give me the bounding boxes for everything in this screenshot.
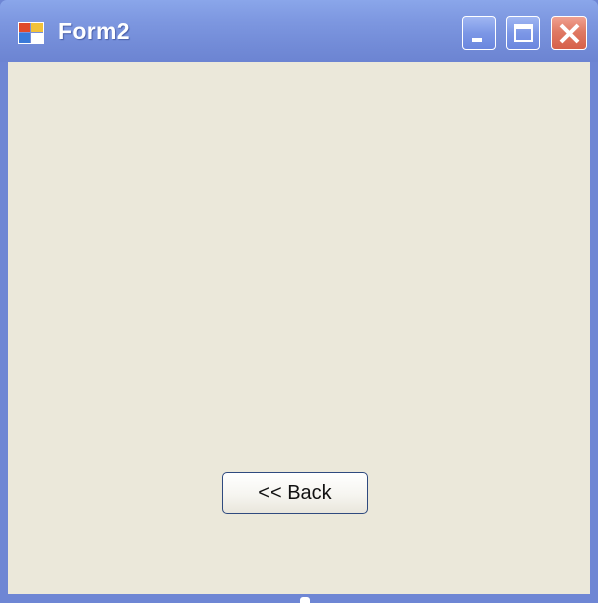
minimize-icon: [472, 38, 482, 42]
form-client-area: << Back: [8, 62, 590, 594]
form2-window: Form2 << Back: [0, 0, 598, 603]
window-bottom-border: [0, 594, 598, 603]
close-icon: [559, 23, 580, 44]
window-title: Form2: [58, 18, 130, 44]
title-bar[interactable]: Form2: [0, 0, 598, 62]
resize-handle[interactable]: [300, 597, 310, 603]
maximize-icon: [514, 24, 533, 42]
close-button[interactable]: [551, 16, 587, 50]
maximize-button[interactable]: [506, 16, 540, 50]
app-form-icon[interactable]: [18, 22, 44, 44]
minimize-button[interactable]: [462, 16, 496, 50]
back-button[interactable]: << Back: [222, 472, 368, 514]
